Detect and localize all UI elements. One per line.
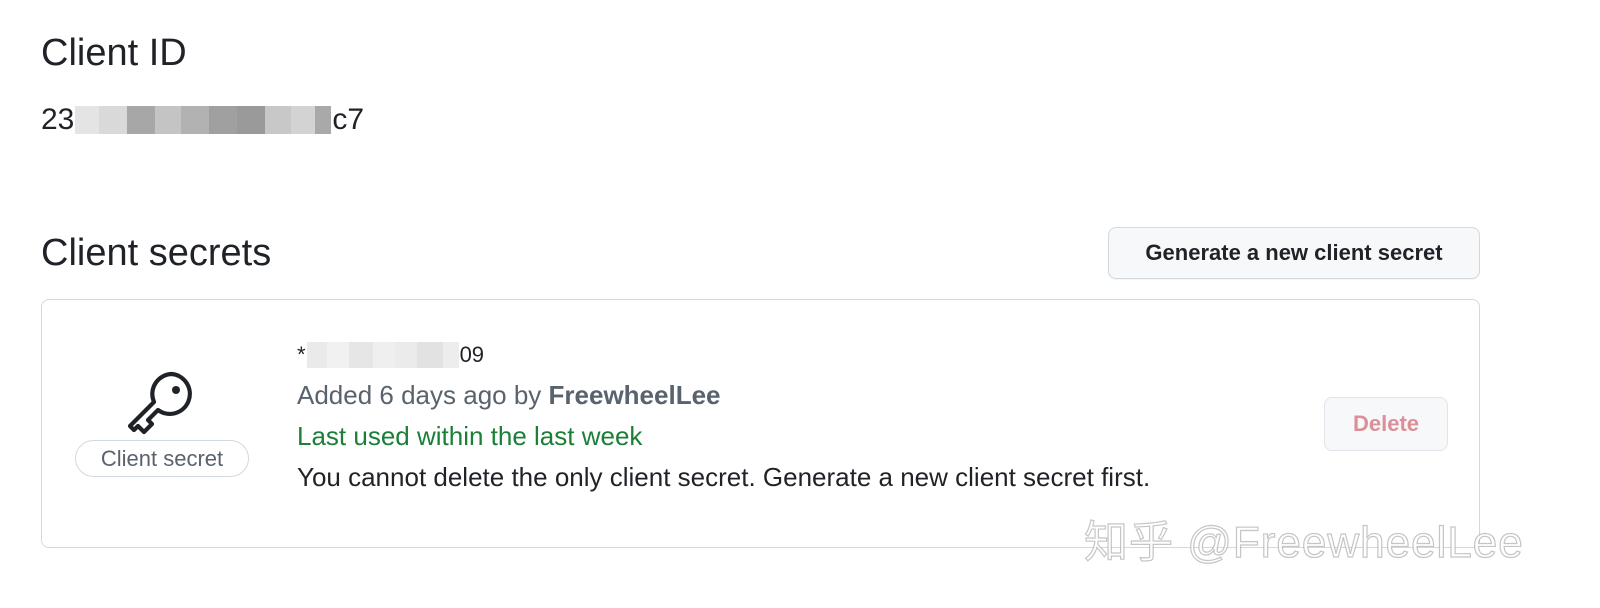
secret-redaction: [306, 342, 459, 368]
client-id-suffix: c7: [332, 103, 365, 136]
secret-mask-suffix: 09: [459, 342, 485, 367]
watermark: 知乎 @FreewheelLee: [1083, 517, 1524, 567]
secret-last-used: Last used within the last week: [297, 421, 643, 451]
client-id-prefix: 23: [41, 103, 75, 136]
added-by-user: FreewheelLee: [548, 380, 721, 410]
secret-delete-warning: You cannot delete the only client secret…: [297, 462, 1151, 492]
client-id-redaction: [75, 106, 332, 134]
client-id-heading: Client ID: [41, 32, 187, 74]
added-prefix: Added 6 days ago by: [297, 380, 549, 410]
delete-secret-button[interactable]: Delete: [1324, 397, 1448, 451]
secret-added-info: Added 6 days ago by FreewheelLee: [297, 378, 721, 412]
client-id-value: 23 c7: [41, 100, 364, 140]
generate-secret-button[interactable]: Generate a new client secret: [1108, 227, 1480, 279]
client-secrets-heading: Client secrets: [41, 232, 272, 274]
secret-masked-value: * 09: [297, 340, 484, 370]
secret-mask-prefix: *: [297, 342, 306, 367]
key-icon: [128, 371, 192, 435]
client-secret-badge: Client secret: [75, 440, 249, 477]
